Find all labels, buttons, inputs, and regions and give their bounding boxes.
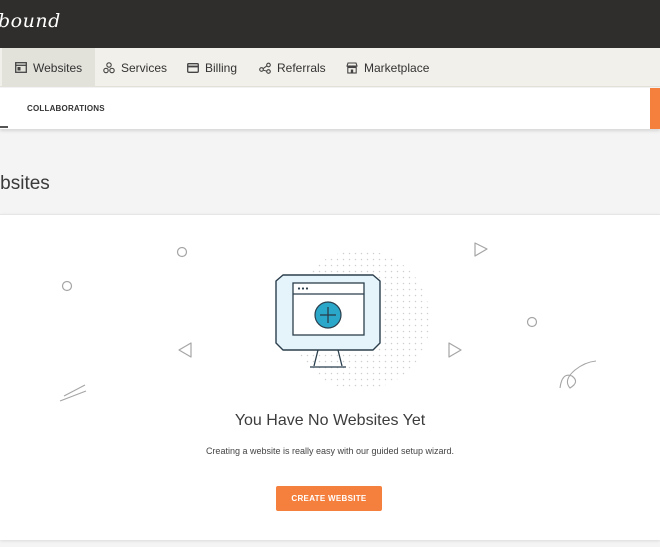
empty-state-description: Creating a website is really easy with o… xyxy=(205,446,455,456)
circle-decoration xyxy=(61,280,73,292)
triangle-decoration xyxy=(474,242,488,257)
line-decoration xyxy=(59,390,87,402)
create-website-button[interactable]: CREATE WEBSITE xyxy=(276,486,382,511)
swirl-decoration xyxy=(559,360,597,389)
triangle-decoration xyxy=(448,342,462,358)
empty-state-illustration xyxy=(59,242,597,402)
line-decoration xyxy=(63,384,86,397)
circle-decoration xyxy=(176,246,188,258)
empty-state-title: You Have No Websites Yet xyxy=(234,412,426,429)
circle-decoration xyxy=(526,316,538,328)
triangle-decoration xyxy=(178,342,192,358)
